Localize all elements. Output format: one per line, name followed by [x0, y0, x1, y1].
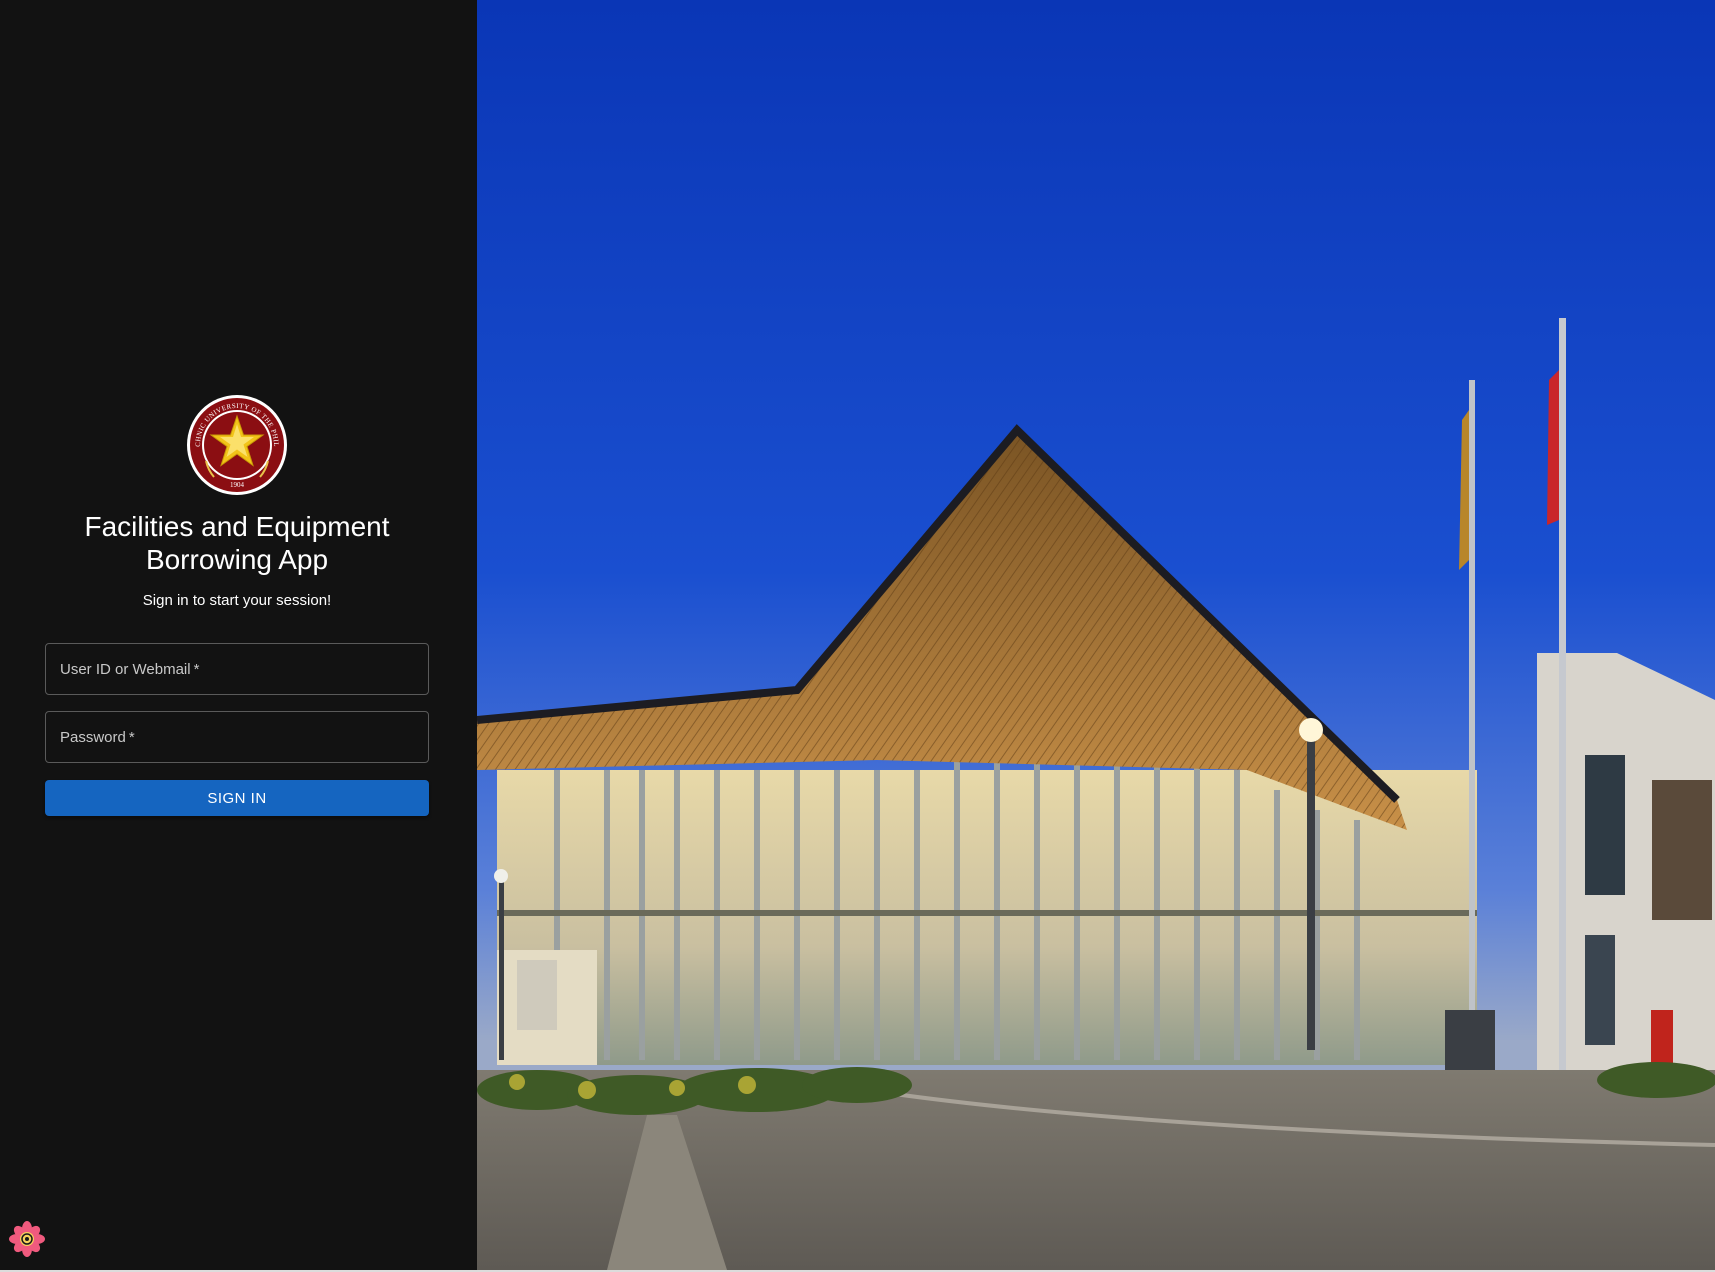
required-mark: * [128, 728, 135, 746]
userid-label: User ID or Webmail [60, 660, 191, 678]
react-devtools-icon[interactable] [8, 1220, 46, 1258]
campus-background-image [477, 0, 1715, 1270]
userid-input[interactable]: User ID or Webmail * [45, 643, 429, 695]
login-box: POLYTECHNIC UNIVERSITY OF THE PHILIPPINE… [45, 394, 429, 816]
password-label: Password [60, 728, 126, 746]
password-input[interactable]: Password * [45, 711, 429, 763]
login-page: POLYTECHNIC UNIVERSITY OF THE PHILIPPINE… [0, 0, 1715, 1272]
university-seal-logo: POLYTECHNIC UNIVERSITY OF THE PHILIPPINE… [186, 394, 287, 495]
login-sidebar: POLYTECHNIC UNIVERSITY OF THE PHILIPPINE… [0, 0, 477, 1270]
required-mark: * [193, 660, 200, 678]
app-title: Facilities and Equipment Borrowing App [84, 511, 390, 575]
session-subtitle: Sign in to start your session! [142, 592, 332, 609]
seal-year: 1904 [230, 481, 245, 489]
signin-button[interactable]: SIGN IN [45, 780, 429, 816]
campus-building-illustration [477, 0, 1715, 1270]
